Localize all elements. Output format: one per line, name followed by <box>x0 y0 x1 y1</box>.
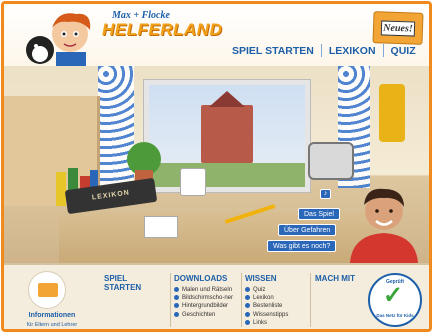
wissen-link[interactable]: Wissenstipps <box>245 311 307 319</box>
nav-spiel-starten[interactable]: SPIEL STARTEN <box>232 45 314 57</box>
wissen-list: Quiz Lexikon Bestenliste Wissenstipps Li… <box>245 286 307 327</box>
footer-wissen-title: WISSEN <box>245 274 277 283</box>
footer-divider <box>310 273 311 327</box>
news-label: Neues! <box>380 20 416 37</box>
room-scene: LEXIKON ♪ Das Spiel Über Gefahren Was gi… <box>4 66 429 263</box>
pen-cup-icon[interactable] <box>180 168 206 196</box>
info-sublabel[interactable]: für Eltern und Lehrer <box>6 322 98 328</box>
info-folder-button[interactable] <box>28 271 66 309</box>
quality-seal-badge[interactable]: Geprüft ✓ Das Netz für Kids <box>368 273 422 327</box>
curtain-left <box>98 66 134 188</box>
checkmark-icon: ✓ <box>383 282 404 309</box>
main-nav: SPIEL STARTEN LEXIKON QUIZ <box>232 44 416 57</box>
das-spiel-button[interactable]: Das Spiel <box>298 208 340 220</box>
download-link[interactable]: Malen und Rätseln <box>174 286 238 294</box>
nav-divider <box>320 44 322 57</box>
trophy-icon[interactable] <box>379 84 405 142</box>
envelope-icon[interactable] <box>144 216 178 238</box>
footer-downloads-title: DOWNLOADS <box>174 274 228 283</box>
news-badge[interactable]: Neues! <box>372 11 424 45</box>
tablet-icon[interactable] <box>308 142 354 180</box>
grass <box>149 163 305 187</box>
window-castle-view[interactable] <box>144 80 310 192</box>
downloads-list: Malen und Rätseln Bildschirmscho-ner Hin… <box>174 286 238 319</box>
ueber-gefahren-button[interactable]: Über Gefahren <box>278 224 337 236</box>
nav-divider <box>382 44 384 57</box>
presenter-photo <box>350 188 418 263</box>
wissen-link[interactable]: Bestenliste <box>245 302 307 310</box>
header: Max + Flocke HELFERLAND Neues! SPIEL STA… <box>4 4 429 66</box>
nav-quiz[interactable]: QUIZ <box>391 45 416 57</box>
speaker-icon[interactable]: ♪ <box>320 189 331 199</box>
mascot-logo[interactable] <box>18 8 100 66</box>
wissen-link[interactable]: Lexikon <box>245 294 307 302</box>
footer-mach-mit[interactable]: MACH MIT <box>315 274 355 283</box>
app-frame: Max + Flocke HELFERLAND Neues! SPIEL STA… <box>1 1 432 332</box>
footer-divider <box>170 273 171 327</box>
footer-divider <box>241 273 242 327</box>
download-link[interactable]: Bildschirmscho-ner <box>174 294 238 302</box>
wissen-link[interactable]: Quiz <box>245 286 307 294</box>
was-gibt-es-noch-button[interactable]: Was gibt es noch? <box>267 240 337 252</box>
footer: Informationen für Eltern und Lehrer SPIE… <box>4 263 429 329</box>
info-label[interactable]: Informationen <box>6 312 98 319</box>
download-link[interactable]: Geschichten <box>174 311 238 319</box>
folder-icon <box>38 283 58 297</box>
wissen-link[interactable]: Links <box>245 319 307 327</box>
seal-bottom-text: Das Netz für Kids <box>376 313 414 318</box>
castle-image <box>201 91 253 163</box>
logo-title[interactable]: HELFERLAND <box>102 20 222 40</box>
nav-lexikon[interactable]: LEXIKON <box>329 45 376 57</box>
footer-spiel-starten[interactable]: SPIEL STARTEN <box>104 274 148 292</box>
download-link[interactable]: Hintergrundbilder <box>174 302 238 310</box>
